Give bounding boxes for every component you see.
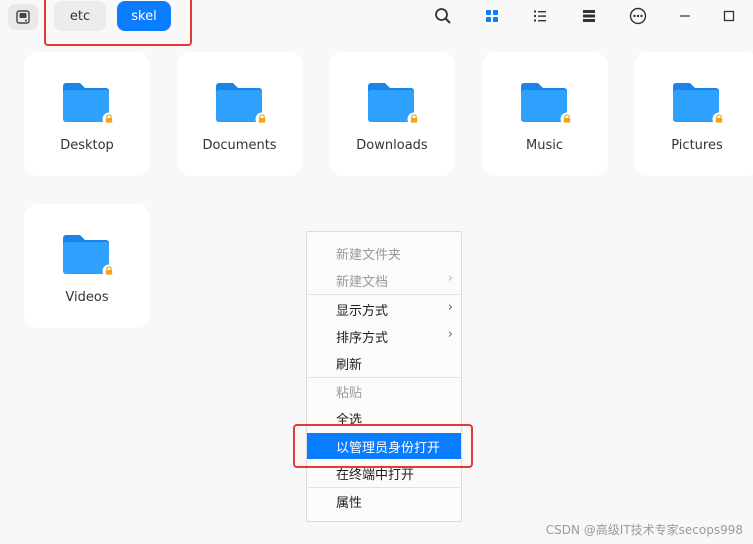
tree-view-icon	[583, 10, 595, 22]
list-view-button[interactable]	[529, 6, 551, 26]
menu-item-label: 显示方式	[336, 303, 389, 319]
menu-item-new-folder[interactable]: 新建文件夹	[307, 240, 461, 266]
folder-name: Downloads	[356, 138, 428, 153]
folder-item-music[interactable]: Music	[481, 52, 608, 176]
maximize-icon	[723, 10, 735, 22]
grid-view-button[interactable]	[481, 6, 503, 26]
annotation-box-breadcrumb	[44, 0, 192, 46]
menu-item-label: 新建文档	[336, 274, 389, 290]
search-icon	[435, 8, 451, 24]
menu-item-sort-by[interactable]: 排序方式 ›	[307, 323, 461, 349]
annotation-box-admin	[293, 424, 473, 468]
more-button[interactable]	[627, 6, 649, 26]
folder-item-videos[interactable]: Videos	[24, 204, 150, 328]
folder-name: Music	[526, 138, 563, 153]
lock-icon	[102, 112, 116, 126]
list-view-icon	[534, 10, 546, 22]
menu-item-label: 新建文件夹	[336, 247, 402, 263]
search-button[interactable]	[432, 6, 454, 26]
lock-icon	[560, 112, 573, 126]
tree-view-button[interactable]	[578, 6, 600, 26]
lock-icon	[255, 112, 268, 126]
menu-item-paste[interactable]: 粘贴	[307, 378, 461, 404]
minimize-button[interactable]	[674, 6, 696, 26]
folder-item-pictures[interactable]: Pictures	[634, 52, 753, 176]
watermark: CSDN @高级IT技术专家secops998	[545, 523, 743, 537]
folder-item-desktop[interactable]: Desktop	[24, 52, 150, 176]
folder-item-downloads[interactable]: Downloads	[329, 52, 455, 176]
more-icon	[629, 7, 647, 25]
minimize-icon	[680, 15, 690, 17]
chevron-right-icon: ›	[447, 271, 453, 286]
menu-item-new-document[interactable]: 新建文档 ›	[307, 267, 461, 293]
folder-item-documents[interactable]: Documents	[176, 52, 303, 176]
folder-name: Pictures	[671, 138, 723, 153]
maximize-button[interactable]	[718, 6, 740, 26]
menu-item-label: 属性	[336, 495, 363, 511]
lock-icon	[712, 112, 726, 126]
chevron-right-icon: ›	[447, 327, 453, 342]
lock-icon	[407, 112, 421, 126]
folder-name: Videos	[65, 290, 109, 305]
grid-view-icon	[486, 10, 498, 22]
menu-item-display-mode[interactable]: 显示方式 ›	[307, 296, 461, 322]
folder-name: Desktop	[60, 138, 114, 153]
folder-name: Documents	[202, 138, 277, 153]
context-menu: 新建文件夹 新建文档 › 显示方式 › 排序方式 › 刷新 粘贴 全选 以管理员身份打…	[306, 231, 462, 522]
menu-separator	[308, 294, 460, 295]
disk-button[interactable]	[8, 4, 38, 30]
chevron-right-icon: ›	[447, 300, 453, 315]
menu-item-label: 粘贴	[336, 385, 363, 401]
disk-icon	[16, 10, 30, 24]
title-bar: etc skel	[0, 0, 753, 46]
lock-icon	[102, 264, 116, 278]
menu-item-label: 刷新	[336, 357, 363, 373]
menu-item-properties[interactable]: 属性	[307, 488, 461, 514]
menu-item-label: 排序方式	[336, 330, 389, 346]
menu-item-refresh[interactable]: 刷新	[307, 350, 461, 376]
